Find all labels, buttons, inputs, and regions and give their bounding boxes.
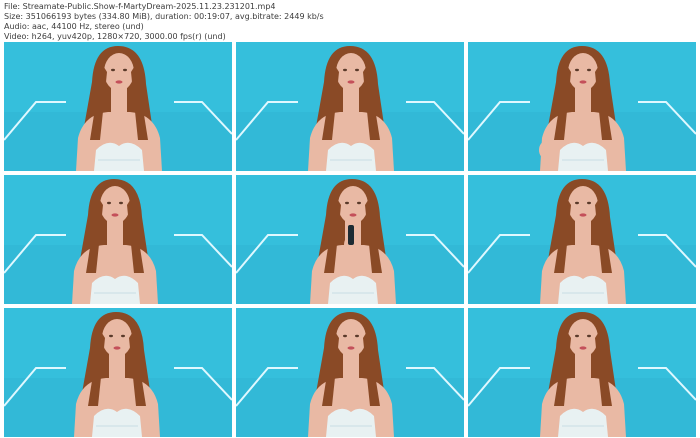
video-frame	[4, 175, 232, 304]
audio-line: Audio: aac, 44100 Hz, stereo (und)	[4, 22, 144, 31]
file-name-line: File: Streamate-Public.Show-f-MartyDream…	[4, 2, 276, 11]
thumbnail-4[interactable]	[4, 175, 232, 304]
video-frame	[468, 308, 696, 437]
video-frame	[4, 42, 232, 171]
thumbnail-6[interactable]	[468, 175, 696, 304]
video-line: Video: h264, yuv420p, 1280×720, 3000.00 …	[4, 32, 226, 41]
thumbnail-7[interactable]	[4, 308, 232, 437]
thumbnail-2[interactable]	[236, 42, 464, 171]
video-frame	[4, 308, 232, 437]
video-frame	[236, 175, 464, 304]
thumbnail-grid	[4, 42, 696, 437]
thumbnail-3[interactable]	[468, 42, 696, 171]
size-line: Size: 351066193 bytes (334.80 MiB), dura…	[4, 12, 324, 21]
thumbnail-9[interactable]	[468, 308, 696, 437]
thumbnail-1[interactable]	[4, 42, 232, 171]
video-frame	[236, 308, 464, 437]
video-frame	[236, 42, 464, 171]
file-info-header: File: Streamate-Public.Show-f-MartyDream…	[4, 2, 696, 42]
thumbnail-8[interactable]	[236, 308, 464, 437]
video-frame	[468, 175, 696, 304]
thumbnail-5[interactable]	[236, 175, 464, 304]
video-frame	[468, 42, 696, 171]
